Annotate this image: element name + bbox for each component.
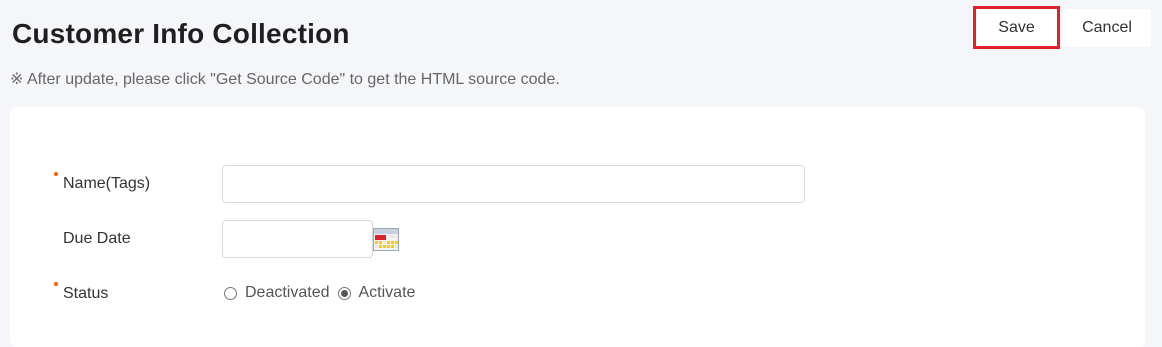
status-option-deactivated[interactable]: Deactivated bbox=[224, 284, 330, 302]
name-tags-input[interactable] bbox=[222, 165, 805, 203]
due-date-input[interactable] bbox=[222, 220, 373, 258]
required-marker bbox=[54, 172, 58, 176]
due-date-label: Due Date bbox=[63, 230, 131, 247]
status-option-label: Deactivated bbox=[245, 284, 330, 301]
required-marker bbox=[54, 282, 58, 286]
calendar-icon[interactable] bbox=[373, 228, 399, 251]
source-code-note: ※ After update, please click "Get Source… bbox=[10, 71, 560, 88]
status-radio-group: Deactivated Activate bbox=[224, 284, 423, 302]
status-label: Status bbox=[63, 285, 109, 302]
radio-activate[interactable] bbox=[337, 286, 351, 300]
radio-deactivated[interactable] bbox=[224, 286, 237, 300]
page-title: Customer Info Collection bbox=[12, 18, 350, 49]
status-option-activate[interactable]: Activate bbox=[337, 284, 416, 302]
save-button[interactable]: Save bbox=[973, 6, 1060, 49]
form-panel bbox=[10, 107, 1145, 347]
name-tags-label: Name(Tags) bbox=[63, 175, 151, 192]
cancel-button[interactable]: Cancel bbox=[1063, 9, 1151, 47]
status-option-label: Activate bbox=[358, 284, 416, 301]
